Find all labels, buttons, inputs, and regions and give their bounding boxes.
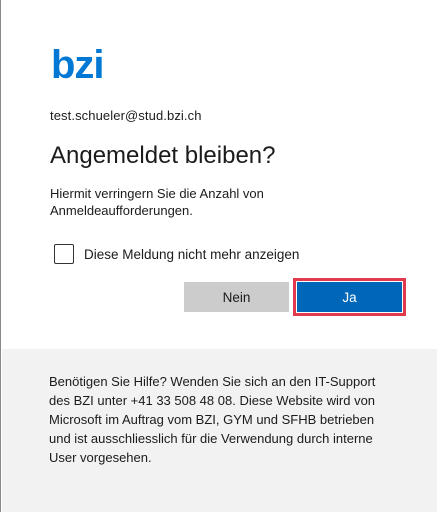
dont-show-again-checkbox[interactable] [54,244,74,264]
no-button[interactable]: Nein [184,282,289,312]
help-text: Benötigen Sie Hilfe? Wenden Sie sich an … [49,374,376,465]
account-email: test.schueler@stud.bzi.ch [50,108,202,123]
signin-frame: bzi test.schueler@stud.bzi.ch Angemeldet… [0,0,437,512]
bzi-logo: bzi [51,44,131,86]
signin-card: bzi test.schueler@stud.bzi.ch Angemeldet… [2,0,437,349]
bzi-logo-text: bzi [51,44,104,86]
help-footer: Benötigen Sie Hilfe? Wenden Sie sich an … [2,349,437,512]
dont-show-again-label[interactable]: Diese Meldung nicht mehr anzeigen [84,247,299,262]
page-title: Angemeldet bleiben? [50,142,276,169]
yes-button[interactable]: Ja [297,282,402,312]
dont-show-again-option[interactable]: Diese Meldung nicht mehr anzeigen [54,244,299,264]
description-text: Hiermit verringern Sie die Anzahl von An… [50,186,264,218]
